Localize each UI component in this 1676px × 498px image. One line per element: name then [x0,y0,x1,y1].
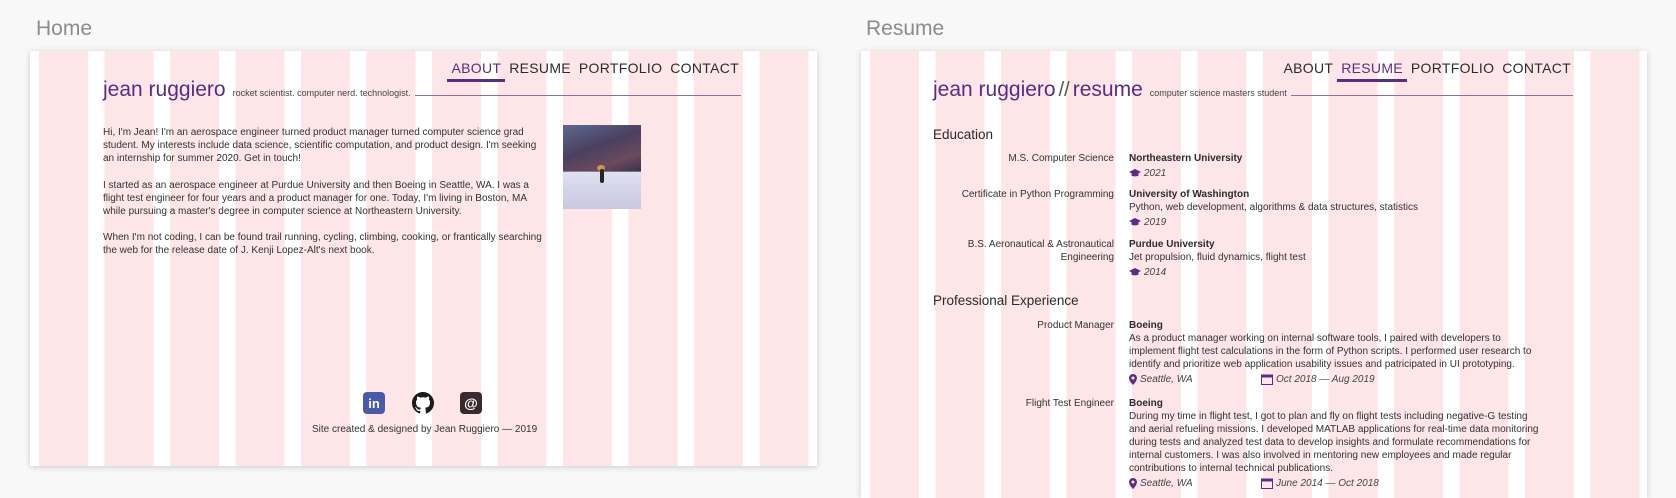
entry-dates: June 2014 — Oct 2018 [1261,477,1379,490]
github-glyph [412,392,434,414]
resume-artboard: ABOUT RESUME PORTFOLIO CONTACT jean rugg… [861,51,1647,498]
home-header: jean ruggiero rocket scientist. computer… [103,78,741,102]
graduation-cap-icon [1129,218,1141,226]
intro-paragraph-1: Hi, I'm Jean! I'm an aerospace engineer … [103,127,537,164]
entry-year: 2019 [1144,217,1167,228]
footer-credit: Site created & designed by Jean Ruggiero… [312,424,538,435]
entry-label: Flight Test Engineer [1025,398,1114,409]
entry-label: B.S. Aeronautical & Astronautical Engine… [967,239,1114,263]
map-pin-icon [1129,478,1137,489]
header-slash: // [1058,79,1070,101]
linkedin-glyph: in [368,395,380,411]
intro-paragraph-2: I started as an aerospace engineer at Pu… [103,180,529,217]
entry-body: Boeing During my time in flight test, I … [1129,397,1539,490]
entry-location: Seattle, WA [1129,477,1261,490]
dates-text: Oct 2018 — Aug 2019 [1276,374,1375,385]
site-name[interactable]: jean ruggiero [103,78,226,102]
dates-text: June 2014 — Oct 2018 [1276,478,1379,489]
email-icon[interactable]: @ [460,392,482,414]
entry-year: 2014 [1144,267,1167,278]
profile-photo [563,125,641,209]
calendar-icon [1261,478,1273,489]
tagline: rocket scientist. computer nerd. technol… [232,88,411,98]
entry-label: M.S. Computer Science [1008,153,1114,164]
entry-org: Purdue University [1129,239,1215,250]
site-name[interactable]: jean ruggiero [933,78,1056,102]
entry-body: Boeing As a product manager working on i… [1129,319,1539,386]
map-pin-icon [1129,374,1137,385]
entry-detail: Jet propulsion, fluid dynamics, flight t… [1129,252,1306,263]
graduation-cap-icon [1129,268,1141,276]
entry-year-row: 2019 [1129,216,1539,229]
entry-label: Product Manager [1037,320,1114,331]
entry-year-row: 2014 [1129,266,1539,279]
linkedin-icon[interactable]: in [363,392,385,414]
email-glyph: @ [464,395,478,411]
page-title: resume [1072,78,1143,101]
entry-detail: During my time in flight test, I got to … [1129,411,1539,474]
education-heading: Education [933,127,994,142]
entry-org: Boeing [1129,398,1163,409]
entry-org: Northeastern University [1129,153,1243,164]
location-text: Seattle, WA [1140,374,1193,385]
header-rule [1290,95,1573,96]
graduation-cap-icon [1129,169,1141,177]
entry-body: University of Washington Python, web dev… [1129,188,1539,229]
entry-org: University of Washington [1129,189,1250,200]
entry-year-row: 2021 [1129,167,1539,180]
entry-label: Certificate in Python Programming [961,189,1114,200]
github-icon[interactable] [412,392,434,414]
entry-meta-row: Seattle, WA Oct 2018 — Aug 2019 [1129,373,1539,386]
intro-paragraph-3: When I'm not coding, I can be found trai… [103,232,542,256]
header-rule [414,95,741,96]
resume-artboard-label: Resume [866,17,945,40]
experience-heading: Professional Experience [933,293,1079,308]
entry-detail: As a product manager working on internal… [1129,333,1532,370]
photo-figure [600,169,604,183]
home-artboard-label: Home [36,17,93,40]
entry-org: Boeing [1129,320,1163,331]
entry-dates: Oct 2018 — Aug 2019 [1261,373,1375,386]
home-artboard: ABOUT RESUME PORTFOLIO CONTACT jean rugg… [30,51,817,466]
entry-body: Purdue University Jet propulsion, fluid … [1129,238,1539,279]
entry-detail: Python, web development, algorithms & da… [1129,202,1419,213]
calendar-icon [1261,374,1273,385]
resume-header: jean ruggiero // resume computer science… [933,78,1573,102]
entry-location: Seattle, WA [1129,373,1261,386]
entry-year: 2021 [1144,168,1167,179]
location-text: Seattle, WA [1140,478,1193,489]
tagline: computer science masters student [1149,88,1287,98]
entry-body: Northeastern University 2021 [1129,152,1539,180]
entry-meta-row: Seattle, WA June 2014 — Oct 2018 [1129,477,1539,490]
